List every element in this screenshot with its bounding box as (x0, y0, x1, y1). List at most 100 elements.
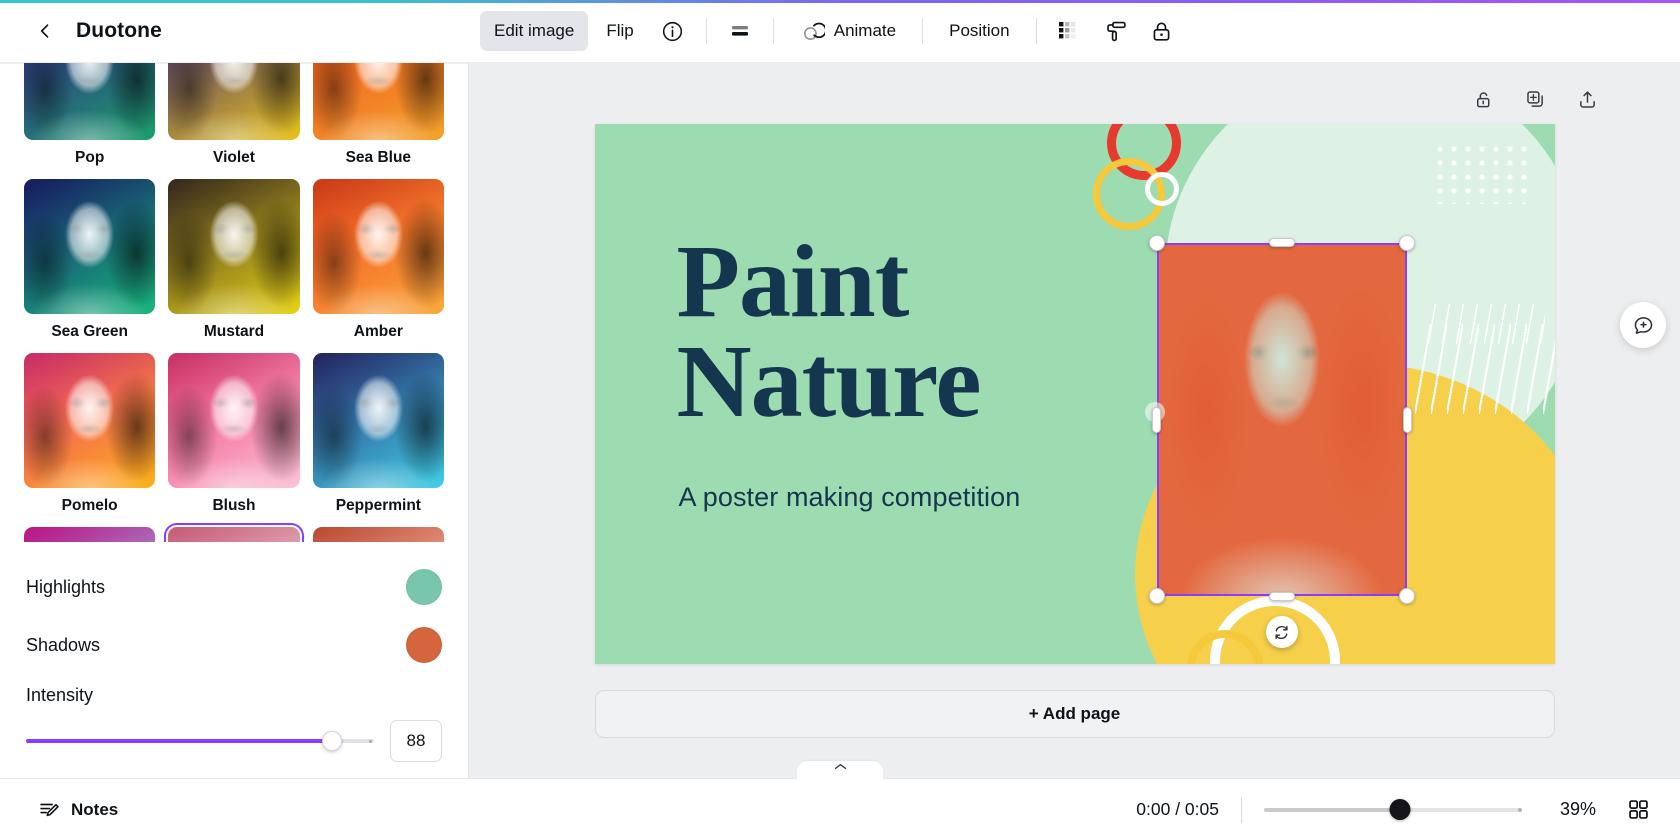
duotone-preset-thumbnail[interactable] (168, 63, 299, 140)
toolbar-divider-4 (1036, 18, 1037, 44)
page-scroll-area[interactable]: Paint Nature A poster making competition… (469, 62, 1680, 778)
preset-portrait-shading (313, 527, 444, 542)
intensity-value-input[interactable]: 88 (390, 720, 442, 762)
zoom-slider-fill (1264, 808, 1400, 812)
zoom-slider-knob[interactable] (1389, 799, 1410, 820)
duotone-preset-coral[interactable]: Coral (313, 527, 444, 542)
duotone-preset-thumbnail[interactable] (313, 63, 444, 140)
zoom-percent-label[interactable]: 39% (1544, 799, 1596, 820)
rotate-handle[interactable] (1266, 616, 1298, 648)
duotone-preset-thumbnail[interactable] (168, 527, 299, 542)
duotone-preset-sea-blue[interactable]: Sea Blue (313, 63, 444, 171)
duotone-preset-mystic[interactable]: Mystic (24, 527, 155, 542)
toolbar-divider-2 (773, 18, 774, 44)
duotone-preset-label: Violet (213, 149, 255, 167)
edit-image-button[interactable]: Edit image (480, 11, 588, 51)
poster-page[interactable]: Paint Nature A poster making competition… (595, 124, 1555, 664)
resize-handle-right[interactable] (1403, 407, 1412, 433)
notes-button[interactable]: Notes (26, 790, 130, 830)
position-button[interactable]: Position (935, 11, 1023, 51)
duotone-preset-label: Pomelo (62, 497, 118, 515)
resize-handle-bottom[interactable] (1269, 592, 1295, 601)
duotone-preset-thumbnail[interactable] (313, 527, 444, 542)
bottom-bar-right: 0:00 / 0:05 39% (468, 790, 1680, 830)
grid-view-button[interactable] (1618, 790, 1658, 830)
paint-roller-button[interactable] (1095, 10, 1137, 52)
unlock-page-button[interactable] (1468, 84, 1498, 114)
duotone-preset-mustard[interactable]: Mustard (168, 179, 299, 345)
object-toolbar: Edit image Flip (468, 0, 1680, 62)
duotone-preset-label: Peppermint (336, 497, 421, 515)
collapse-panel-button[interactable] (797, 761, 883, 780)
comment-plus-icon (1632, 314, 1655, 337)
duotone-preset-thumbnail[interactable] (168, 353, 299, 488)
photo-face-shading (1157, 243, 1407, 596)
zoom-slider[interactable] (1264, 801, 1522, 819)
intensity-slider-knob[interactable] (322, 731, 342, 751)
decor-scribble-right-2 (1425, 304, 1545, 344)
duplicate-page-button[interactable] (1520, 84, 1550, 114)
duotone-preset-thumbnail[interactable] (313, 353, 444, 488)
top-bar: Duotone Edit image Flip (0, 0, 1680, 62)
transparency-checker-button[interactable] (1049, 10, 1091, 52)
resize-handle-bottom-left[interactable] (1149, 588, 1165, 604)
animate-button[interactable]: Animate (786, 11, 910, 51)
add-page-button-wide[interactable]: + Add page (595, 690, 1555, 738)
resize-handle-top-right[interactable] (1399, 235, 1415, 251)
preset-portrait-shading (313, 353, 444, 488)
duotone-preset-thumbnail[interactable] (24, 179, 155, 314)
duotone-preset-thumbnail[interactable] (168, 179, 299, 314)
bottom-bar-left: Notes (0, 790, 468, 830)
shadows-label: Shadows (26, 635, 100, 656)
duotone-preset-scroll[interactable]: Pop Violet Sea Blue Sea GreenMustardAmber Po… (0, 63, 468, 542)
resize-handle-left[interactable] (1152, 407, 1161, 433)
duotone-photo[interactable] (1157, 243, 1407, 596)
duotone-preset-blush[interactable]: Blush (168, 353, 299, 519)
transparency-button[interactable] (719, 10, 761, 52)
duotone-preset-pop[interactable]: Pop (24, 63, 155, 171)
animate-label: Animate (834, 21, 896, 41)
flip-button[interactable]: Flip (592, 11, 647, 51)
preset-portrait-shading (24, 353, 155, 488)
duotone-preset-pomelo[interactable]: Pomelo (24, 353, 155, 519)
transparency-checker-icon (1057, 19, 1082, 44)
highlights-color-swatch[interactable] (406, 569, 442, 605)
panel-back-button[interactable] (28, 14, 62, 48)
canva-editor-window: Duotone Edit image Flip (0, 0, 1680, 840)
preset-portrait-shading (24, 179, 155, 314)
preset-portrait-shading (168, 179, 299, 314)
add-page-button[interactable] (1572, 84, 1602, 114)
lock-button[interactable] (1141, 10, 1183, 52)
paint-roller-icon (1103, 19, 1128, 44)
intensity-slider[interactable] (26, 732, 374, 750)
highlights-label: Highlights (26, 577, 105, 598)
duotone-preset-thumbnail[interactable] (24, 527, 155, 542)
add-comment-button[interactable] (1620, 302, 1666, 348)
chevron-left-icon (35, 21, 55, 41)
preset-portrait-shading (24, 63, 155, 140)
duotone-preset-thumbnail[interactable] (313, 179, 444, 314)
duotone-preset-peppermint[interactable]: Peppermint (313, 353, 444, 519)
zoom-slider-end-dot (1518, 808, 1522, 812)
duotone-preset-label: Pop (75, 149, 104, 167)
duotone-preset-thumbnail[interactable] (24, 353, 155, 488)
duotone-preset-sea-green[interactable]: Sea Green (24, 179, 155, 345)
poster-subtitle[interactable]: A poster making competition (679, 482, 1021, 513)
info-button[interactable] (652, 10, 694, 52)
resize-handle-top-left[interactable] (1149, 235, 1165, 251)
chevron-up-icon (833, 761, 848, 772)
resize-handle-top[interactable] (1269, 238, 1295, 247)
duotone-preset-thumbnail[interactable] (24, 63, 155, 140)
duotone-preset-amber[interactable]: Amber (313, 179, 444, 345)
resize-handle-bottom-right[interactable] (1399, 588, 1415, 604)
decor-dot-grid (1433, 142, 1533, 204)
poster-title[interactable]: Paint Nature (677, 232, 981, 432)
selected-image-element[interactable]: ‹ (1157, 243, 1407, 596)
shadows-color-swatch[interactable] (406, 627, 442, 663)
duotone-preset-pastel[interactable]: Pastel (168, 527, 299, 542)
duotone-preset-violet[interactable]: Violet (168, 63, 299, 171)
transparency-lines-icon (728, 19, 752, 43)
toolbar-divider (706, 18, 707, 44)
rotate-icon (1273, 624, 1290, 641)
grid-view-icon (1627, 798, 1650, 821)
